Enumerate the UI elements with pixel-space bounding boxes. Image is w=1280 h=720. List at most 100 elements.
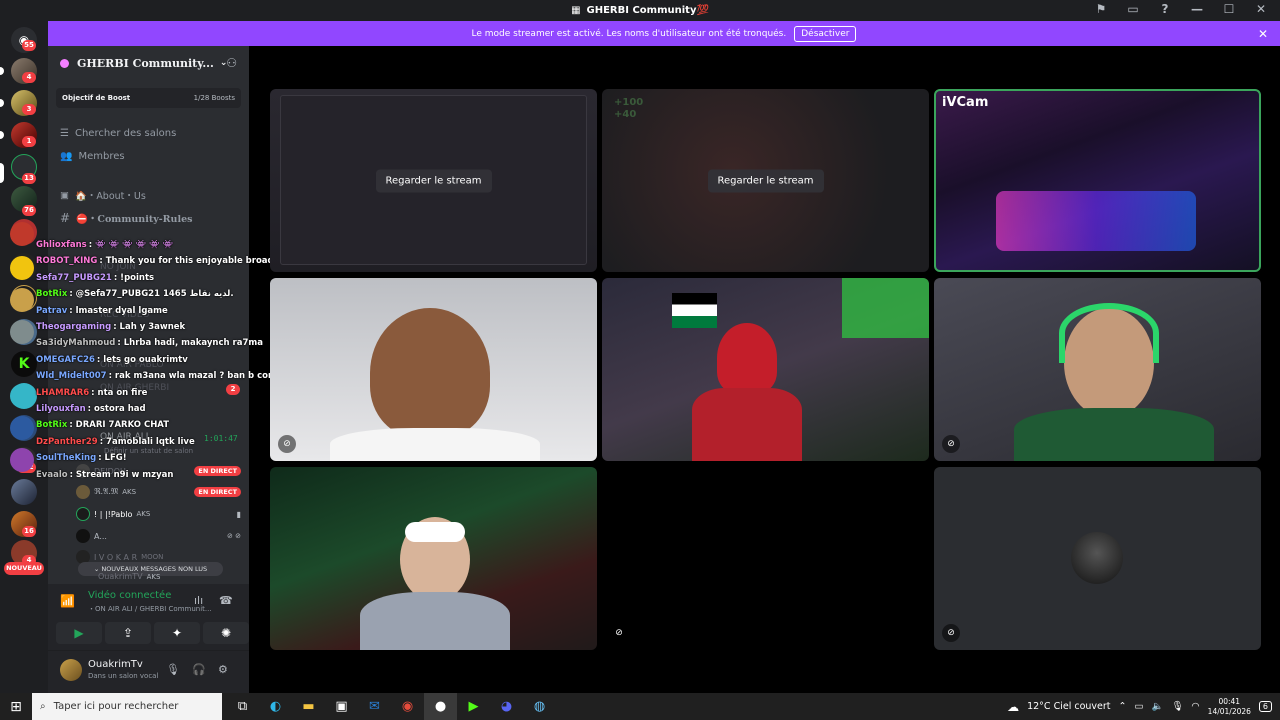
- user-status: Dans un salon vocal: [88, 672, 159, 680]
- chat-username[interactable]: OMEGAFC26: [36, 355, 95, 365]
- screen-share-button[interactable]: ⇪: [105, 622, 151, 644]
- voice-user-tag: AKS: [136, 510, 151, 518]
- chat-username[interactable]: Ghlioxfans: [36, 240, 87, 250]
- server-name: GHERBI Community...: [77, 56, 214, 70]
- camera-tile[interactable]: ⊘: [934, 278, 1261, 461]
- boost-goal[interactable]: Objectif de Boost 1/28 Boosts: [56, 88, 241, 108]
- server-badge: 13: [22, 173, 36, 184]
- wifi-icon[interactable]: ◠: [1191, 701, 1199, 712]
- channel-about[interactable]: ▣ 🏠・About・Us: [60, 188, 146, 203]
- chat-message: Ghlioxfans: 👾 👾 👾 👾 👾 👾: [36, 240, 173, 250]
- chat-username[interactable]: Theogargaming: [36, 322, 111, 332]
- camera-tile[interactable]: ⊘: [270, 278, 597, 461]
- stream-tile[interactable]: Regarder le stream: [270, 89, 597, 272]
- obs-icon[interactable]: ●: [424, 693, 457, 720]
- muted-mic-icon: ⊘: [278, 435, 296, 453]
- camera-feed: [360, 592, 510, 650]
- steam-icon[interactable]: ◍: [523, 693, 556, 720]
- camera-feed: [692, 388, 802, 461]
- outlook-icon[interactable]: ✉: [358, 693, 391, 720]
- camera-tile[interactable]: [270, 467, 597, 650]
- windows-start-icon[interactable]: ⊞: [0, 699, 32, 715]
- volume-icon[interactable]: 🔈: [1151, 701, 1163, 712]
- voice-user-row[interactable]: A... ⊘ ⊘: [76, 529, 241, 543]
- kick-icon[interactable]: ▶: [457, 693, 490, 720]
- chat-text: : Stream n9i w mzyan: [69, 469, 174, 480]
- chat-username[interactable]: Lilyouxfan: [36, 404, 86, 414]
- chat-username[interactable]: LHAMRAR6: [36, 388, 89, 398]
- muted-mic-icon: ⊘: [610, 624, 628, 642]
- boost-count: 1/28 Boosts: [193, 94, 235, 102]
- chat-username[interactable]: Sa3idyMahmoud: [36, 338, 115, 348]
- system-tray: ☁ 12°C Ciel couvert ⌃ ▭ 🔈 🎙 ◠ 00:41 14/0…: [1007, 693, 1280, 720]
- chat-username[interactable]: DzPanther29: [36, 437, 98, 447]
- new-unread-badge[interactable]: NOUVEAU: [4, 562, 44, 575]
- search-placeholder: Taper ici pour rechercher: [53, 701, 179, 712]
- server-badge: 55: [22, 40, 36, 51]
- server-unread-pill: [0, 67, 4, 75]
- avatar[interactable]: [60, 659, 82, 681]
- chat-username[interactable]: ROBOT_KING: [36, 256, 97, 266]
- notification-badge[interactable]: 6: [1258, 701, 1272, 712]
- taskbar-search[interactable]: ⌕ Taper ici pour rechercher: [32, 693, 222, 720]
- microphone-icon[interactable]: 🎙: [166, 663, 180, 676]
- microphone-icon[interactable]: 🎙: [1171, 701, 1183, 712]
- stream-tile[interactable]: +100 +40 Regarder le stream: [602, 89, 929, 272]
- close-banner-icon[interactable]: ✕: [1258, 27, 1268, 41]
- camera-button[interactable]: ▶: [56, 622, 102, 644]
- camera-feed: [996, 191, 1196, 251]
- browse-channels[interactable]: ☰ Chercher des salons: [60, 128, 176, 139]
- window-title: GHERBI Community💯: [586, 5, 709, 16]
- server-header[interactable]: GHERBI Community... ⌄ ⚇: [48, 46, 249, 80]
- avatar: [10, 448, 34, 472]
- maximize-button[interactable]: ☐: [1220, 2, 1238, 16]
- settings-icon[interactable]: ⚙: [218, 663, 228, 676]
- watch-stream-button[interactable]: Regarder le stream: [707, 169, 824, 192]
- inbox-icon[interactable]: ⚑: [1092, 2, 1110, 16]
- voice-user-row[interactable]: OuakrimTV AKS: [76, 572, 241, 581]
- chat-text: : @Sefa77_PUBG21 1465 لديه نقاط.: [69, 289, 234, 300]
- empty-tile[interactable]: ⊘: [602, 467, 929, 650]
- avatar: [10, 416, 34, 440]
- disable-streamer-button[interactable]: Désactiver: [794, 25, 857, 42]
- invite-icon[interactable]: ⚇: [226, 56, 237, 70]
- server-badge: 76: [22, 205, 36, 216]
- chat-username[interactable]: Patrav: [36, 306, 67, 316]
- chrome-icon[interactable]: ◉: [391, 693, 424, 720]
- camera-feed: [1059, 303, 1159, 363]
- soundboard-button[interactable]: ✺: [203, 622, 249, 644]
- watch-stream-button[interactable]: Regarder le stream: [375, 169, 492, 192]
- camera-tile[interactable]: [602, 278, 929, 461]
- headphones-icon[interactable]: 🎧: [192, 663, 206, 676]
- edge-icon[interactable]: ◐: [259, 693, 292, 720]
- signal-icon[interactable]: 📶: [60, 594, 75, 608]
- chat-username[interactable]: Wld_Midelt007: [36, 371, 107, 381]
- weather-icon[interactable]: ☁: [1007, 700, 1019, 714]
- disconnect-icon[interactable]: ☎: [219, 594, 233, 607]
- network-icon[interactable]: ▭: [1134, 701, 1143, 712]
- chevron-up-icon[interactable]: ⌃: [1119, 701, 1127, 712]
- chat-username[interactable]: Evaalo: [36, 470, 68, 480]
- noise-suppression-icon[interactable]: ılı: [194, 594, 203, 607]
- screen-icon[interactable]: ▭: [1124, 2, 1142, 16]
- window-titlebar: ▦ GHERBI Community💯 ⚑ ▭ ? — ☐ ✕: [0, 0, 1280, 21]
- close-button[interactable]: ✕: [1252, 2, 1270, 16]
- minimize-button[interactable]: —: [1188, 2, 1206, 16]
- chat-username[interactable]: Sefa77_PUBG21: [36, 273, 112, 283]
- chat-username[interactable]: BotRix: [36, 289, 67, 299]
- avatar-tile[interactable]: ⊘: [934, 467, 1261, 650]
- clock[interactable]: 00:41 14/01/2026: [1208, 697, 1251, 717]
- weather-text[interactable]: 12°C Ciel couvert: [1027, 701, 1110, 712]
- camera-feed: [842, 278, 929, 338]
- help-icon[interactable]: ?: [1156, 2, 1174, 16]
- discord-icon[interactable]: ◕: [490, 693, 523, 720]
- chat-username[interactable]: SoulTheKing: [36, 453, 96, 463]
- task-view-icon[interactable]: ⧉: [226, 693, 259, 720]
- voice-user-row[interactable]: ! | |!Pablo AKS ▮: [76, 507, 241, 521]
- store-icon[interactable]: ▣: [325, 693, 358, 720]
- chat-username[interactable]: BotRix: [36, 420, 67, 430]
- members-link[interactable]: 👥 Membres: [60, 151, 125, 162]
- camera-tile[interactable]: iVCam: [934, 89, 1261, 272]
- file-explorer-icon[interactable]: ▬: [292, 693, 325, 720]
- activities-button[interactable]: ✦: [154, 622, 200, 644]
